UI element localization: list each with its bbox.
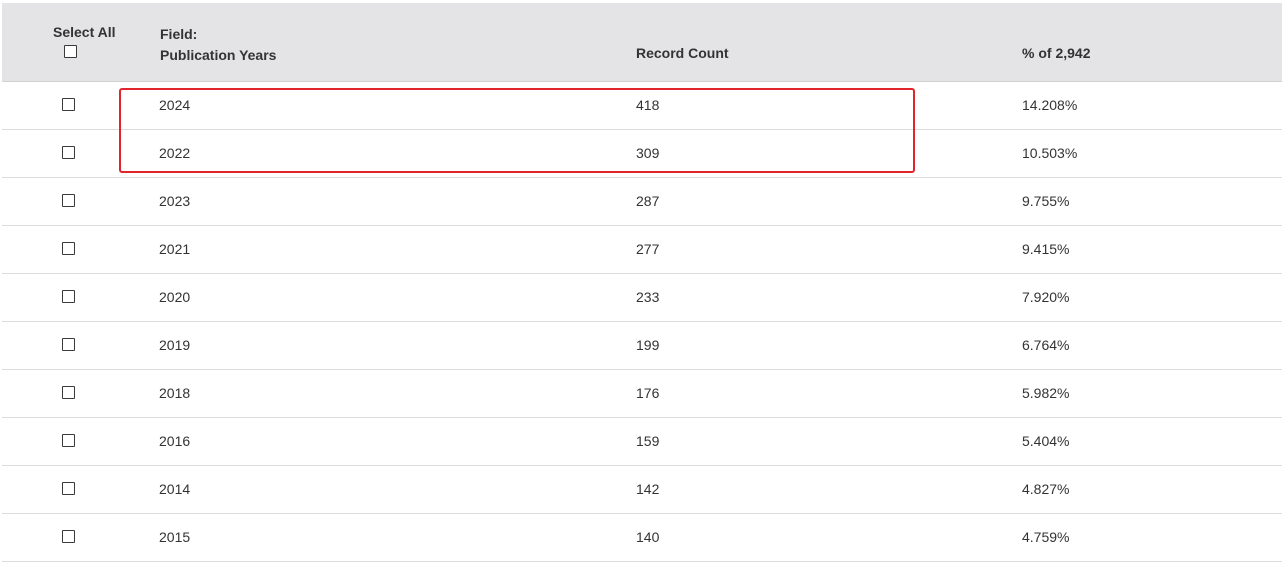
row-year: 2022 <box>159 145 191 161</box>
row-checkbox[interactable] <box>62 242 75 255</box>
row-checkbox[interactable] <box>62 194 75 207</box>
row-percent: 7.920% <box>1022 289 1070 305</box>
field-name: Publication Years <box>160 47 277 63</box>
row-record-count: 176 <box>636 385 660 401</box>
row-year: 2019 <box>159 337 191 353</box>
row-percent: 4.759% <box>1022 529 1070 545</box>
row-percent: 5.404% <box>1022 433 1070 449</box>
row-year: 2015 <box>159 529 191 545</box>
row-record-count: 233 <box>636 289 660 305</box>
row-checkbox[interactable] <box>62 98 75 111</box>
row-record-count: 140 <box>636 529 660 545</box>
row-checkbox[interactable] <box>62 434 75 447</box>
row-percent: 14.208% <box>1022 97 1078 113</box>
row-checkbox[interactable] <box>62 386 75 399</box>
row-record-count: 277 <box>636 241 660 257</box>
table-row: 2020 233 7.920% <box>2 274 1282 322</box>
row-record-count: 309 <box>636 145 660 161</box>
row-percent: 10.503% <box>1022 145 1078 161</box>
row-year: 2014 <box>159 481 191 497</box>
select-all-checkbox[interactable] <box>64 45 77 58</box>
row-checkbox[interactable] <box>62 530 75 543</box>
row-record-count: 142 <box>636 481 660 497</box>
row-percent: 9.755% <box>1022 193 1070 209</box>
row-year: 2021 <box>159 241 191 257</box>
table-header: Select All Field: Publication Years Reco… <box>2 3 1282 82</box>
table-row: 2014 142 4.827% <box>2 466 1282 514</box>
table-row: 2016 159 5.404% <box>2 418 1282 466</box>
row-record-count: 418 <box>636 97 660 113</box>
publication-years-table: Select All Field: Publication Years Reco… <box>2 3 1282 562</box>
row-record-count: 199 <box>636 337 660 353</box>
row-year: 2020 <box>159 289 191 305</box>
row-checkbox[interactable] <box>62 338 75 351</box>
row-percent: 9.415% <box>1022 241 1070 257</box>
row-year: 2023 <box>159 193 191 209</box>
row-percent: 4.827% <box>1022 481 1070 497</box>
row-checkbox[interactable] <box>62 146 75 159</box>
row-year: 2016 <box>159 433 191 449</box>
field-column-header: Field: Publication Years <box>160 24 276 66</box>
row-checkbox[interactable] <box>62 290 75 303</box>
percent-header: % of 2,942 <box>1022 45 1091 61</box>
table-row: 2018 176 5.982% <box>2 370 1282 418</box>
table-row: 2022 309 10.503% <box>2 130 1282 178</box>
row-percent: 5.982% <box>1022 385 1070 401</box>
table-row: 2024 418 14.208% <box>2 82 1282 130</box>
row-year: 2024 <box>159 97 191 113</box>
row-percent: 6.764% <box>1022 337 1070 353</box>
select-all-column: Select All <box>53 24 116 58</box>
select-all-label: Select All <box>53 24 116 40</box>
table-row: 2015 140 4.759% <box>2 514 1282 562</box>
row-checkbox[interactable] <box>62 482 75 495</box>
table-row: 2019 199 6.764% <box>2 322 1282 370</box>
row-record-count: 159 <box>636 433 660 449</box>
row-year: 2018 <box>159 385 191 401</box>
record-count-header: Record Count <box>636 45 729 61</box>
row-record-count: 287 <box>636 193 660 209</box>
field-label: Field: <box>160 26 198 42</box>
table-row: 2023 287 9.755% <box>2 178 1282 226</box>
table-row: 2021 277 9.415% <box>2 226 1282 274</box>
